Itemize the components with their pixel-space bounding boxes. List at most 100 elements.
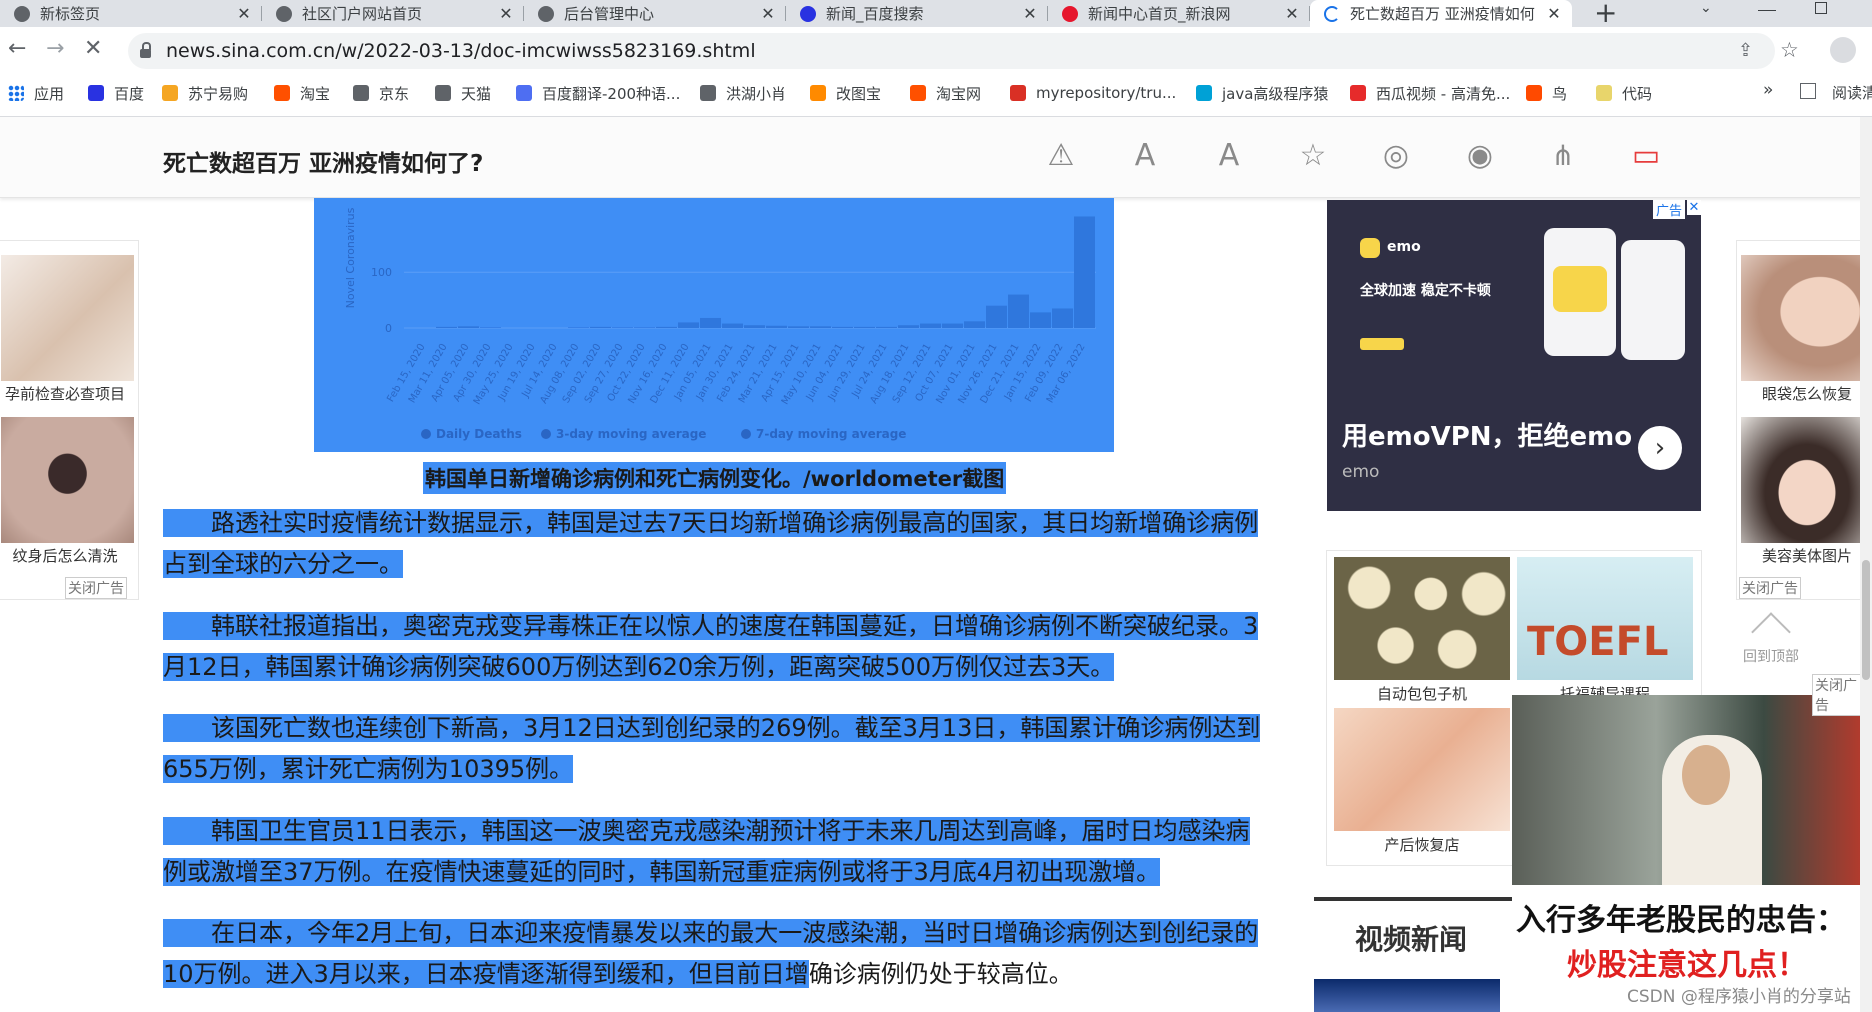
ad-image-tattoo[interactable]	[1, 417, 134, 543]
bookmark-item[interactable]: 百度	[88, 78, 144, 108]
share-page-icon[interactable]: ⇪	[1738, 40, 1753, 61]
bookmark-favicon-icon	[700, 85, 716, 101]
phone-mockup-2	[1621, 240, 1685, 360]
tab-2[interactable]: 社区门户网站首页 ✕	[262, 0, 524, 27]
unselected-text: 确诊病例仍处于较高位。	[808, 960, 1073, 988]
grid-label-3[interactable]: 产后恢复店	[1334, 834, 1510, 855]
tab-3[interactable]: 后台管理中心 ✕	[524, 0, 786, 27]
bookmark-item[interactable]: 百度翻译-200种语...	[516, 78, 680, 108]
profile-avatar-icon[interactable]	[1830, 37, 1856, 63]
chart-legend-marker	[541, 429, 551, 439]
window-minimize-icon[interactable]	[1758, 0, 1776, 11]
bookmark-favicon-icon	[810, 85, 826, 101]
tab-1[interactable]: 新标签页 ✕	[0, 0, 262, 27]
wechat-share-icon[interactable]: ◉	[1462, 137, 1498, 173]
bookmark-item[interactable]: 应用	[8, 78, 64, 108]
bookmark-item[interactable]: 天猫	[435, 78, 491, 108]
video-thumb[interactable]	[1314, 979, 1500, 1012]
tab-close-icon[interactable]: ✕	[1282, 4, 1302, 23]
right-ad-label-2[interactable]: 美容美体图片	[1741, 545, 1872, 566]
selected-text: 韩国卫生官员11日表示，韩国这一波奥密克戎感染潮预计将于未来几周达到高峰，届时日…	[163, 817, 1250, 886]
url-text[interactable]: news.sina.com.cn/w/2022-03-13/doc-imcwiw…	[166, 40, 756, 62]
bookmark-favicon-icon	[1010, 85, 1026, 101]
bookmark-favicon-icon	[353, 85, 369, 101]
stock-popup-ad[interactable]: 关闭广告 入行多年老股民的忠告： 炒股注意这几点！	[1512, 674, 1872, 1012]
tab-title: 死亡数超百万 亚洲疫情如何	[1350, 5, 1535, 23]
video-news-title[interactable]: 视频新闻	[1355, 918, 1467, 958]
stop-loading-icon[interactable]: ✕	[84, 36, 102, 61]
bookmark-label: 西瓜视频 - 高清免...	[1376, 84, 1511, 103]
chart-bar	[612, 327, 633, 328]
ad-image-eye-bags[interactable]	[1741, 255, 1872, 381]
bookmark-item[interactable]: 代码	[1596, 78, 1652, 108]
bookmark-item[interactable]: 淘宝网	[910, 78, 981, 108]
tab-5[interactable]: 新闻中心首页_新浪网 ✕	[1048, 0, 1310, 27]
weibo-share-icon[interactable]: ◎	[1378, 137, 1414, 173]
ad-close-icon[interactable]: ✕	[1687, 200, 1701, 215]
bookmark-label: 改图宝	[836, 84, 882, 103]
ad-image-pregnancy[interactable]	[1, 255, 134, 381]
chart-bar	[810, 326, 831, 328]
tab-close-icon[interactable]: ✕	[234, 4, 254, 23]
tab-close-icon[interactable]: ✕	[758, 4, 778, 23]
tab-6[interactable]: 死亡数超百万 亚洲疫情如何 ✕	[1310, 0, 1572, 27]
bookmark-item[interactable]: 洪湖小肖	[700, 78, 786, 108]
tab-close-icon[interactable]: ✕	[1544, 4, 1564, 23]
chart-bar	[744, 325, 765, 328]
reading-list-icon[interactable]	[1800, 83, 1816, 99]
article-paragraph: 路透社实时疫情统计数据显示，韩国是过去7天日均新增确诊病例最高的国家，其日均新增…	[163, 503, 1263, 585]
ad-image-toefl[interactable]: TOEFL	[1517, 557, 1693, 680]
chart-ytick: 100	[371, 266, 392, 279]
right-ad-label-1[interactable]: 眼袋怎么恢复	[1741, 383, 1872, 404]
ad-image-beauty[interactable]	[1741, 417, 1872, 543]
bookmark-item[interactable]: 鸟	[1526, 78, 1567, 108]
bookmark-label: 应用	[34, 84, 65, 103]
tab-title: 新标签页	[40, 5, 101, 23]
tab-close-icon[interactable]: ✕	[496, 4, 516, 23]
comment-icon[interactable]: ▭	[1628, 137, 1664, 173]
forward-icon[interactable]: →	[46, 36, 64, 61]
tab-close-icon[interactable]: ✕	[1020, 4, 1040, 23]
chart-bar	[854, 326, 875, 328]
font-decrease-icon[interactable]: A	[1127, 137, 1163, 173]
bookmarks-more-button[interactable]: »	[1763, 80, 1773, 100]
bookmark-favicon-icon	[435, 85, 451, 101]
lock-shackle-icon	[142, 42, 151, 50]
tab-title: 后台管理中心	[564, 5, 655, 23]
left-ad-label-1[interactable]: 孕前检查必查项目	[0, 383, 131, 404]
left-ad-label-2[interactable]: 纹身后怎么清洗	[0, 545, 131, 566]
bookmark-item[interactable]: 淘宝	[274, 78, 330, 108]
bookmark-item[interactable]: 改图宝	[810, 78, 881, 108]
bookmark-star-icon[interactable]: ☆	[1780, 38, 1799, 62]
scrollbar-thumb[interactable]	[1862, 560, 1870, 680]
bookmark-label: 百度	[114, 84, 145, 103]
bookmark-item[interactable]: 西瓜视频 - 高清免...	[1350, 78, 1510, 108]
favorite-star-icon[interactable]: ☆	[1295, 137, 1331, 173]
reading-list-label[interactable]: 阅读清	[1832, 82, 1872, 103]
font-increase-icon[interactable]: A	[1211, 137, 1247, 173]
tab-4[interactable]: 新闻_百度搜索 ✕	[786, 0, 1048, 27]
emo-headline: 用emoVPN，拒绝emo	[1342, 422, 1633, 452]
chart-legend-label: Daily Deaths	[436, 427, 522, 441]
right-ad-close-button[interactable]: 关闭广告	[1739, 577, 1801, 599]
bookmark-item[interactable]: 京东	[353, 78, 409, 108]
back-to-top-button[interactable]: 回到顶部	[1736, 600, 1806, 668]
bookmark-item[interactable]: myrepository/tru...	[1010, 78, 1176, 108]
report-icon[interactable]: ⚠	[1043, 137, 1079, 173]
ad-image-buns[interactable]	[1334, 557, 1510, 680]
new-tab-button[interactable]: +	[1594, 0, 1617, 29]
bookmark-label: myrepository/tru...	[1036, 84, 1177, 102]
back-icon[interactable]: ←	[8, 36, 26, 61]
next-arrow-icon[interactable]: ›	[1638, 426, 1682, 470]
emo-vpn-ad[interactable]: 广告 ✕ emo 全球加速 稳定不卡顿 用emoVPN，拒绝emo emo ›	[1327, 200, 1701, 511]
tab-search-chevron-icon[interactable]: ⌄	[1700, 0, 1712, 16]
bookmark-item[interactable]: 苏宁易购	[162, 78, 248, 108]
bookmark-label: 淘宝	[300, 84, 331, 103]
share-icon[interactable]: ⋔	[1545, 137, 1581, 173]
window-restore-icon[interactable]	[1815, 2, 1827, 14]
bookmark-item[interactable]: java高级程序猿	[1196, 78, 1328, 108]
left-ad-close-button[interactable]: 关闭广告	[65, 577, 127, 599]
article-paragraph: 韩国卫生官员11日表示，韩国这一波奥密克戎感染潮预计将于未来几周达到高峰，届时日…	[163, 811, 1263, 893]
grid-label-1[interactable]: 自动包包子机	[1334, 683, 1510, 704]
ad-image-massage[interactable]	[1334, 708, 1510, 831]
